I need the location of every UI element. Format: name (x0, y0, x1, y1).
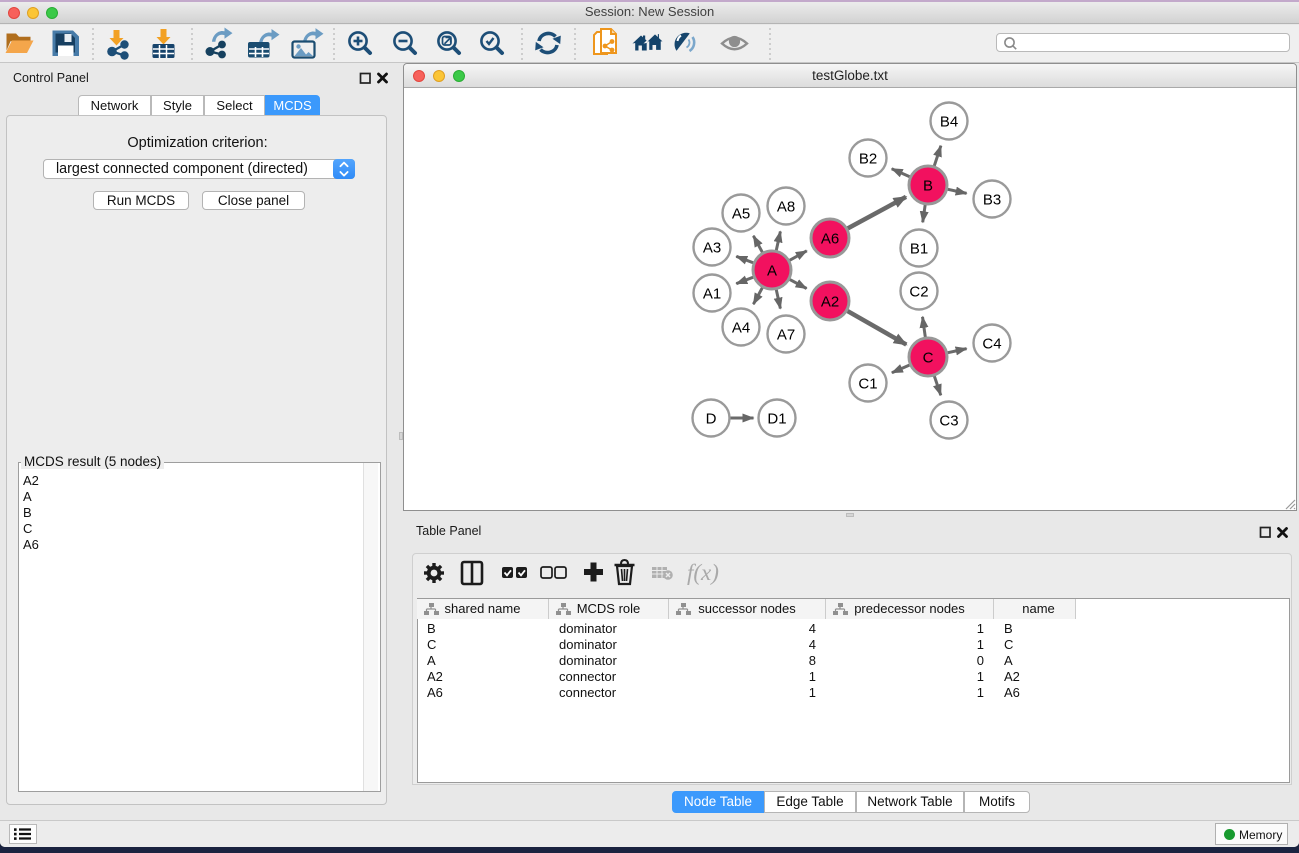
svg-text:B: B (923, 178, 933, 195)
svg-text:B1: B1 (910, 241, 928, 258)
svg-text:A2: A2 (821, 294, 839, 311)
svg-text:A8: A8 (777, 199, 795, 216)
svg-text:A6: A6 (821, 231, 839, 248)
svg-text:A4: A4 (732, 320, 750, 337)
svg-text:D1: D1 (767, 411, 786, 428)
svg-text:A3: A3 (703, 240, 721, 257)
svg-text:B2: B2 (859, 151, 877, 168)
svg-text:A7: A7 (777, 327, 795, 344)
svg-text:f(x): f(x) (687, 560, 719, 585)
svg-text:A: A (767, 263, 777, 280)
svg-text:B4: B4 (940, 114, 958, 131)
svg-text:D: D (706, 411, 717, 428)
svg-text:C2: C2 (909, 284, 928, 301)
svg-text:B3: B3 (983, 192, 1001, 209)
svg-text:A1: A1 (703, 286, 721, 303)
svg-text:C4: C4 (982, 336, 1001, 353)
svg-text:C3: C3 (939, 413, 958, 430)
svg-text:A5: A5 (732, 206, 750, 223)
svg-text:C: C (923, 350, 934, 367)
svg-text:C1: C1 (858, 376, 877, 393)
